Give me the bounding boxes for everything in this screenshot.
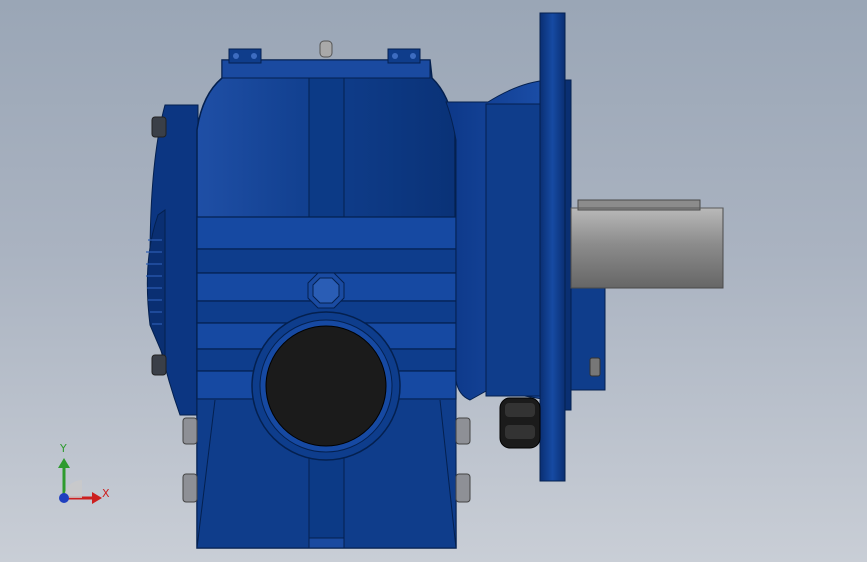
input-shaft[interactable] [570,199,724,289]
left-side-cover [146,104,199,416]
gearbox-model[interactable] [0,0,867,562]
y-axis-label: Y [60,442,67,455]
cable-gland [499,397,541,449]
3d-viewport[interactable]: Y X [0,0,867,562]
output-bore[interactable] [251,311,401,461]
input-adapter[interactable] [445,79,549,401]
x-axis-label: X [102,487,110,500]
gearbox-housing[interactable] [196,40,457,549]
coordinate-triad: Y X [40,440,120,510]
